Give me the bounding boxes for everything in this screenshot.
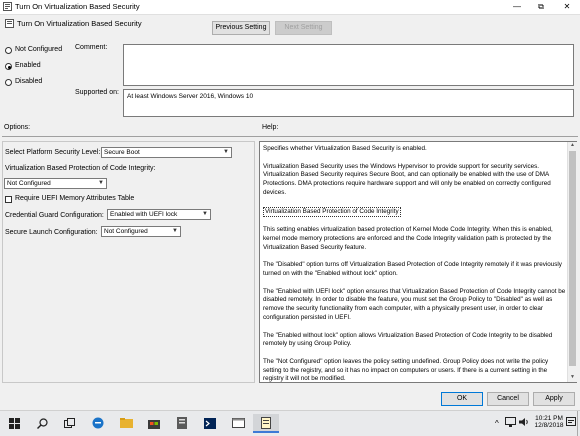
help-paragraph: This setting enables virtualization base…	[263, 226, 553, 251]
tray-expand-icon[interactable]: ^	[495, 419, 499, 428]
help-scrollbar[interactable]: ▲ ▼	[567, 142, 577, 382]
taskbar: ^ 10:21 PM 12/8/2018	[0, 410, 580, 436]
search-icon[interactable]	[29, 414, 55, 432]
help-paragraph: The "Enabled with UEFI lock" option ensu…	[263, 287, 566, 321]
credential-guard-dropdown[interactable]: Enabled with UEFI lock ▼	[107, 209, 211, 220]
code-integrity-label: Virtualization Based Protection of Code …	[5, 165, 156, 172]
scroll-down-arrow-icon[interactable]: ▼	[569, 374, 576, 382]
code-integrity-dropdown[interactable]: Not Configured ▼	[4, 178, 107, 189]
not-configured-radio[interactable]	[5, 47, 12, 54]
credential-guard-label: Credential Guard Configuration:	[5, 212, 104, 219]
code-integrity-value: Not Configured	[7, 180, 51, 187]
file-explorer-icon[interactable]	[113, 414, 139, 432]
help-label: Help:	[262, 124, 279, 131]
edge-icon[interactable]	[85, 414, 111, 432]
close-button[interactable]: ✕	[556, 0, 578, 14]
divider	[2, 136, 578, 137]
help-paragraph: Virtualization Based Protection of Code …	[263, 206, 401, 218]
not-configured-label[interactable]: Not Configured	[15, 46, 62, 53]
apply-button[interactable]: Apply	[533, 392, 575, 406]
policy-title: Turn On Virtualization Based Security	[17, 19, 142, 28]
notepad-icon[interactable]	[253, 414, 279, 433]
options-label: Options:	[4, 124, 31, 131]
scrollbar-thumb[interactable]	[569, 151, 576, 366]
enabled-radio[interactable]	[5, 63, 12, 70]
platform-security-value: Secure Boot	[104, 149, 140, 156]
radio-selected-dot	[7, 65, 11, 69]
chevron-down-icon: ▼	[172, 228, 178, 234]
help-paragraph: The "Enabled without lock" option allows…	[263, 331, 553, 348]
server-manager-icon[interactable]	[169, 414, 195, 432]
scroll-up-arrow-icon[interactable]: ▲	[569, 142, 576, 150]
disabled-radio[interactable]	[5, 79, 12, 86]
policy-setting-icon	[5, 19, 14, 28]
previous-setting-button[interactable]: Previous Setting	[212, 21, 270, 35]
chevron-down-icon: ▼	[202, 211, 208, 217]
supported-on-value: At least Windows Server 2016, Windows 10	[123, 89, 574, 117]
store-icon[interactable]	[141, 414, 167, 432]
secure-launch-label: Secure Launch Configuration:	[5, 229, 98, 236]
help-paragraph: Virtualization Based Security uses the W…	[263, 162, 551, 196]
task-view-icon[interactable]	[57, 414, 83, 432]
ok-button[interactable]: OK	[441, 392, 483, 406]
secure-launch-dropdown[interactable]: Not Configured ▼	[101, 226, 181, 237]
volume-icon[interactable]	[519, 417, 530, 429]
policy-app-icon	[3, 2, 12, 11]
explorer-window-icon[interactable]	[225, 414, 251, 432]
help-paragraph: The "Disabled" option turns off Virtuali…	[263, 261, 562, 278]
comment-textbox[interactable]	[123, 44, 574, 86]
action-center-icon[interactable]	[566, 417, 576, 429]
window-title: Turn On Virtualization Based Security	[15, 2, 140, 11]
credential-guard-value: Enabled with UEFI lock	[110, 211, 178, 218]
chevron-down-icon: ▼	[223, 149, 229, 155]
secure-launch-value: Not Configured	[104, 228, 148, 235]
supported-on-label: Supported on:	[75, 89, 119, 96]
uefi-mat-checkbox[interactable]	[5, 196, 12, 203]
powershell-icon[interactable]	[197, 414, 223, 432]
comment-label: Comment:	[75, 44, 108, 51]
next-setting-button[interactable]: Next Setting	[275, 21, 332, 35]
chevron-down-icon: ▼	[98, 180, 104, 186]
enabled-label[interactable]: Enabled	[15, 62, 41, 69]
uefi-mat-label[interactable]: Require UEFI Memory Attributes Table	[15, 195, 134, 202]
network-icon[interactable]	[505, 417, 516, 429]
start-icon[interactable]	[1, 414, 27, 432]
minimize-button[interactable]: —	[506, 0, 528, 14]
clock-time: 10:21 PM	[535, 415, 563, 422]
restore-button[interactable]: ⧉	[530, 0, 552, 14]
disabled-label[interactable]: Disabled	[15, 78, 42, 85]
help-pane[interactable]: Specifies whether Virtualization Based S…	[259, 141, 577, 383]
help-paragraph: The "Not Configured" option leaves the p…	[263, 357, 549, 383]
title-bar: Turn On Virtualization Based Security — …	[0, 0, 580, 15]
clock[interactable]: 10:21 PM 12/8/2018	[534, 415, 564, 429]
platform-security-dropdown[interactable]: Secure Boot ▼	[101, 147, 232, 158]
platform-security-label: Select Platform Security Level:	[5, 149, 101, 156]
clock-date: 12/8/2018	[534, 422, 564, 429]
help-paragraph: Specifies whether Virtualization Based S…	[263, 145, 427, 152]
cancel-button[interactable]: Cancel	[487, 392, 529, 406]
